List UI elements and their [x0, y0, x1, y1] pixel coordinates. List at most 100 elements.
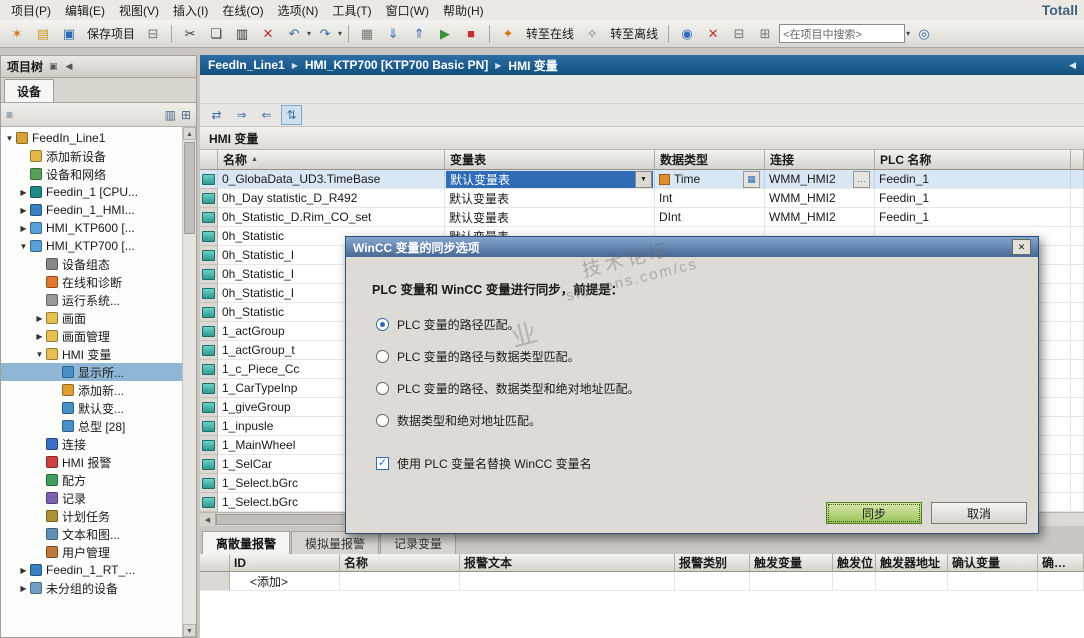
column-header-tag-table[interactable]: 变量表: [445, 150, 655, 170]
radio-icon[interactable]: [376, 382, 389, 395]
scroll-up-icon[interactable]: ▲: [183, 127, 196, 140]
tree-item-screens-folder[interactable]: ▶ 画面: [1, 309, 182, 327]
tree-item-hmi-ktp700[interactable]: ▼ HMI_KTP700 [...: [1, 237, 182, 255]
column-header-datatype[interactable]: 数据类型: [655, 150, 765, 170]
tree-item-hmi-tags-folder[interactable]: ▼ HMI 变量: [1, 345, 182, 363]
tree-caret[interactable]: ▶: [18, 584, 29, 593]
tree-caret[interactable]: ▼: [4, 134, 15, 143]
import-tags-icon[interactable]: ⇐: [256, 105, 277, 125]
column-header-ack-tag[interactable]: 确认变量: [948, 554, 1038, 572]
tree-item-user-administration[interactable]: 用户管理: [1, 543, 182, 561]
menu-project[interactable]: 项目(P): [4, 0, 58, 21]
redo-icon[interactable]: ↷: [313, 23, 337, 45]
tree-item-feedin1-rt[interactable]: ▶ Feedin_1_RT_...: [1, 561, 182, 579]
panel-collapse-icon[interactable]: ◀: [64, 61, 75, 72]
column-header-trigger-bit[interactable]: 触发位: [833, 554, 876, 572]
menu-help[interactable]: 帮助(H): [436, 0, 491, 21]
tree-caret[interactable]: ▶: [18, 206, 29, 215]
tree-item-show-all-tags[interactable]: 显示所...: [1, 363, 182, 381]
tree-item-logs[interactable]: 记录: [1, 489, 182, 507]
copy-icon[interactable]: ❏: [204, 23, 228, 45]
radio-icon[interactable]: [376, 414, 389, 427]
tree-caret[interactable]: ▶: [18, 188, 29, 197]
chevron-down-icon[interactable]: ▼: [635, 170, 652, 188]
detail-view-icon[interactable]: ⊞: [181, 108, 191, 122]
column-header-alarm-class[interactable]: 报警类别: [675, 554, 750, 572]
tree-item-device-config[interactable]: 设备组态: [1, 255, 182, 273]
tree-item-text-graphics-lists[interactable]: 文本和图...: [1, 525, 182, 543]
column-header-alarm-name[interactable]: 名称: [340, 554, 460, 572]
tree-caret[interactable]: ▶: [18, 566, 29, 575]
tree-toggle-icon[interactable]: ≡: [6, 108, 13, 122]
split-editor-vertical-icon[interactable]: ⊞: [753, 23, 777, 45]
tree-caret[interactable]: ▶: [34, 332, 45, 341]
checkbox-replace-wincc-names[interactable]: ✓ 使用 PLC 变量名替换 WinCC 变量名: [376, 455, 1038, 472]
menu-online[interactable]: 在线(O): [215, 0, 270, 21]
tree-item-hmi-alarms[interactable]: HMI 报警: [1, 453, 182, 471]
radio-icon[interactable]: [376, 350, 389, 363]
column-header-id[interactable]: ID: [230, 554, 340, 572]
undo-dropdown-icon[interactable]: ▾: [307, 29, 311, 38]
table-row[interactable]: 0h_Statistic_D.Rim_CO_set 默认变量表 DInt WMM…: [200, 208, 1084, 227]
menu-tools[interactable]: 工具(T): [325, 0, 378, 21]
download-to-device-icon[interactable]: ⇓: [381, 23, 405, 45]
project-search-input[interactable]: [779, 24, 906, 43]
go-online-icon[interactable]: ✦: [496, 23, 520, 45]
column-header-trigger-address[interactable]: 触发器地址: [876, 554, 948, 572]
go-offline-icon[interactable]: ✧: [580, 23, 604, 45]
tree-item-feedin1-hmi[interactable]: ▶ Feedin_1_HMI...: [1, 201, 182, 219]
open-project-icon[interactable]: ▤: [31, 23, 55, 45]
undo-icon[interactable]: ↶: [282, 23, 306, 45]
breadcrumb-hmi-tags[interactable]: HMI 变量: [508, 57, 557, 74]
tree-item-scheduled-tasks[interactable]: 计划任务: [1, 507, 182, 525]
menu-view[interactable]: 视图(V): [112, 0, 166, 21]
tree-caret[interactable]: ▶: [18, 224, 29, 233]
tab-analog-alarms[interactable]: 模拟量报警: [291, 531, 380, 554]
save-project-button[interactable]: 保存项目: [83, 25, 139, 42]
tab-discrete-alarms[interactable]: 离散量报警: [202, 531, 291, 554]
close-icon[interactable]: ✕: [1012, 239, 1031, 255]
menu-window[interactable]: 窗口(W): [379, 0, 436, 21]
cross-reference-icon[interactable]: ✕: [701, 23, 725, 45]
tab-devices[interactable]: 设备: [4, 79, 55, 102]
save-project-icon[interactable]: ▣: [57, 23, 81, 45]
sync-plc-tags-button[interactable]: ⇅: [281, 105, 302, 125]
dialog-titlebar[interactable]: WinCC 变量的同步选项 ✕: [346, 237, 1038, 257]
tree-caret[interactable]: ▼: [34, 350, 45, 359]
search-icon[interactable]: ◎: [912, 23, 936, 45]
breadcrumb-collapse-icon[interactable]: ◀: [1069, 60, 1076, 71]
new-project-icon[interactable]: ✶: [5, 23, 29, 45]
tree-item-online-diagnostics[interactable]: 在线和诊断: [1, 273, 182, 291]
radio-path-match[interactable]: PLC 变量的路径匹配。: [376, 316, 1038, 333]
tree-item-screen-management[interactable]: ▶ 画面管理: [1, 327, 182, 345]
tree-item-connections[interactable]: 连接: [1, 435, 182, 453]
connection-browse-button[interactable]: …: [853, 170, 870, 188]
list-view-icon[interactable]: ▥: [165, 108, 176, 122]
tree-item-add-new-tag-table[interactable]: 添加新...: [1, 381, 182, 399]
tree-item-add-new-device[interactable]: 添加新设备: [1, 147, 182, 165]
radio-datatype-address-match[interactable]: 数据类型和绝对地址匹配。: [376, 412, 1038, 429]
tree-item-plc-feedin1[interactable]: ▶ Feedin_1 [CPU...: [1, 183, 182, 201]
edit-tags-icon[interactable]: ⇄: [206, 105, 227, 125]
menu-options[interactable]: 选项(N): [271, 0, 326, 21]
upload-from-device-icon[interactable]: ⇑: [407, 23, 431, 45]
column-header-name[interactable]: 名称 ▲: [218, 150, 445, 170]
tree-caret[interactable]: ▶: [34, 314, 45, 323]
sync-button[interactable]: 同步: [826, 502, 922, 524]
tree-item-runtime-settings[interactable]: 运行系统...: [1, 291, 182, 309]
split-editor-horizontal-icon[interactable]: ⊟: [727, 23, 751, 45]
cancel-button[interactable]: 取消: [931, 502, 1027, 524]
cut-icon[interactable]: ✂: [178, 23, 202, 45]
radio-selected-icon[interactable]: [376, 318, 389, 331]
datatype-select-button[interactable]: ▦: [743, 170, 760, 188]
checkbox-checked-icon[interactable]: ✓: [376, 457, 389, 470]
add-alarm-cell[interactable]: <添加>: [230, 572, 340, 591]
tree-caret[interactable]: ▼: [18, 242, 29, 251]
print-icon[interactable]: ⊟: [141, 23, 165, 45]
start-simulation-icon[interactable]: ▶: [433, 23, 457, 45]
column-header-plc-name[interactable]: PLC 名称: [875, 150, 1071, 170]
tree-item-recipes[interactable]: 配方: [1, 471, 182, 489]
radio-path-datatype-match[interactable]: PLC 变量的路径与数据类型匹配。: [376, 348, 1038, 365]
breadcrumb-device[interactable]: HMI_KTP700 [KTP700 Basic PN]: [305, 58, 488, 72]
tree-item-default-tag-table[interactable]: 默认变...: [1, 399, 182, 417]
